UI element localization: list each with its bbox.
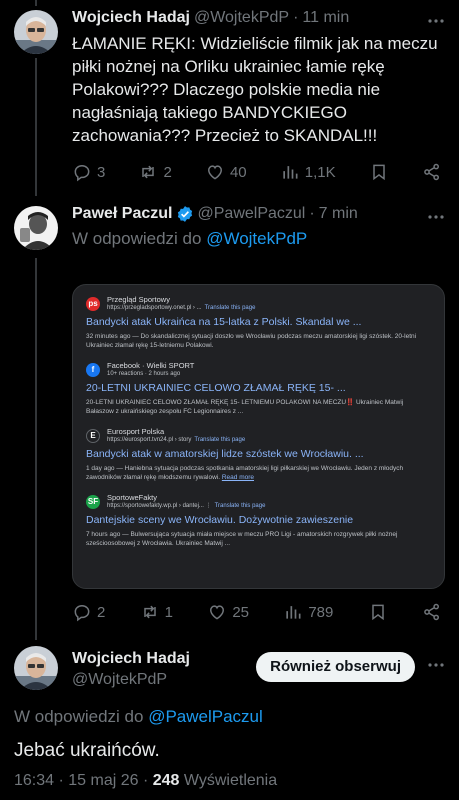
result-snippet: 7 hours ago — Bulwersująca sytuacja miał… [86, 531, 398, 547]
result-source: Facebook · Wielki SPORT [107, 361, 195, 370]
share-button[interactable] [422, 162, 442, 182]
avatar[interactable] [14, 646, 58, 690]
result-title: 20-LETNI UKRAINIEC CELOWO ZŁAMAŁ RĘKĘ 15… [86, 382, 346, 394]
result-snippet: 1 day ago — Haniebna sytuacja podczas sp… [86, 465, 404, 481]
tweet-time[interactable]: 7 min [319, 204, 358, 224]
reply-prefix: W odpowiedzi do [14, 707, 144, 726]
repost-count: 1 [164, 603, 173, 621]
more-icon[interactable] [427, 208, 445, 231]
separator-dot: · [293, 9, 299, 26]
search-results-image[interactable]: ps Przegląd Sportowy https://przegladspo… [72, 284, 445, 589]
bookmark-icon [371, 604, 384, 621]
result-url: https://eurosport.tvn24.pl › story Transl… [107, 437, 246, 443]
search-result: ps Przegląd Sportowy https://przegladspo… [86, 295, 432, 350]
analytics-icon [286, 606, 301, 619]
reply-prefix: W odpowiedzi do [72, 229, 202, 248]
more-icon[interactable] [427, 656, 445, 679]
result-title: Bandycki atak Ukraińca na 15-latka z Pol… [86, 316, 362, 328]
bookmark-button[interactable] [368, 602, 388, 622]
reply-to-link[interactable]: @WojtekPdP [206, 229, 307, 248]
tweet-header: Wojciech Hadaj @WojtekPdP · 11 min [72, 8, 447, 28]
views-count: 1,1K [304, 163, 336, 181]
repost-button[interactable]: 2 [138, 162, 172, 182]
reply-count: 2 [97, 603, 106, 621]
result-snippet: 20-LETNI UKRAINIEC CELOWO ZŁAMAŁ RĘKĘ 15… [86, 399, 404, 415]
repost-icon [142, 165, 155, 179]
tweet-meta: 16:34 · 15 maj 26 · 248 Wyświetlenia [14, 772, 277, 790]
tweet-2[interactable]: Paweł Paczul @PawelPaczul · 7 min W odpo… [0, 204, 459, 250]
result-source: Eurosport Polska [107, 427, 165, 436]
more-icon[interactable] [427, 12, 445, 35]
author-handle[interactable]: @PawelPaczul [198, 204, 306, 224]
przeglad-sportowy-logo-icon: ps [86, 296, 100, 311]
views-count: 248 [152, 772, 180, 789]
like-button[interactable]: 25 [207, 602, 249, 622]
avatar[interactable] [14, 206, 58, 250]
like-count: 40 [229, 163, 247, 181]
author-handle[interactable]: @WojtekPdP [72, 671, 167, 689]
result-source: Przegląd Sportowy [107, 295, 170, 304]
eurosport-logo-icon: E [86, 428, 100, 443]
repost-icon [143, 605, 156, 619]
analytics-icon [283, 166, 298, 179]
result-url: https://sportowefakty.wp.pl › dantej... … [107, 503, 266, 509]
heart-icon [207, 165, 222, 180]
author-name[interactable]: Wojciech Hadaj [72, 650, 190, 668]
bookmark-icon [373, 164, 385, 181]
views-count: 789 [308, 603, 334, 621]
result-snippet: 32 minutes ago — Do skandalicznej sytuac… [86, 333, 417, 349]
result-title: Bandycki atak w amatorskiej lidze szóste… [86, 448, 364, 460]
tweet-text: Jebać ukraińców. [14, 740, 160, 761]
author-name[interactable]: Paweł Paczul [72, 204, 173, 224]
result-url: https://przegladsportowy.onet.pl › ... Tr… [107, 305, 256, 311]
thread-line [35, 258, 37, 640]
search-result: SF SportoweFakty https://sportowefakty.w… [86, 493, 432, 548]
tweet-2-actions: 2 1 25 789 [72, 602, 442, 622]
author-name[interactable]: Wojciech Hadaj [72, 8, 190, 28]
follow-back-button[interactable]: Również obserwuj [256, 652, 415, 682]
tweet-timestamp[interactable]: 16:34 · 15 maj 26 · [14, 772, 148, 789]
verified-badge-icon [177, 206, 192, 222]
heart-icon [210, 605, 225, 620]
result-source: SportoweFakty [107, 493, 158, 502]
author-handle[interactable]: @WojtekPdP [194, 8, 289, 28]
tweet-header: Paweł Paczul @PawelPaczul · 7 min [72, 204, 447, 224]
repost-count: 2 [163, 163, 172, 181]
reply-to-link[interactable]: @PawelPaczul [148, 707, 263, 726]
share-icon [424, 163, 439, 181]
search-result: E Eurosport Polska https://eurosport.tvn… [86, 427, 432, 482]
like-button[interactable]: 40 [205, 162, 247, 182]
result-url: 10+ reactions · 2 hours ago [107, 371, 181, 377]
reply-button[interactable]: 2 [72, 602, 105, 622]
reply-icon [74, 604, 90, 622]
like-count: 25 [232, 603, 249, 621]
facebook-logo-icon: f [86, 362, 100, 377]
tweet-text: ŁAMANIE RĘKI: Widzieliście filmik jak na… [72, 34, 438, 145]
tweet-time[interactable]: 11 min [302, 8, 349, 28]
sportowefakty-logo-icon: SF [86, 494, 100, 509]
views-button[interactable]: 789 [283, 602, 333, 622]
search-result: f Facebook · Wielki SPORT 10+ reactions … [86, 361, 432, 416]
thread-line [35, 0, 37, 6]
repost-button[interactable]: 1 [140, 602, 173, 622]
bookmark-button[interactable] [369, 162, 389, 182]
result-title: Dantejskie sceny we Wrocławiu. Dożywotni… [86, 514, 354, 526]
share-icon [424, 603, 439, 621]
share-button[interactable] [422, 602, 442, 622]
views-button[interactable]: 1,1K [280, 162, 336, 182]
reply-count: 3 [97, 163, 106, 181]
reply-context: W odpowiedzi do @PawelPaczul [14, 707, 263, 727]
reply-context: W odpowiedzi do @WojtekPdP [72, 228, 447, 250]
views-label: Wyświetlenia [183, 772, 278, 789]
tweet-1[interactable]: Wojciech Hadaj @WojtekPdP · 11 min ŁAMAN… [0, 8, 459, 147]
reply-icon [74, 164, 90, 182]
avatar[interactable] [14, 10, 58, 54]
reply-button[interactable]: 3 [72, 162, 105, 182]
tweet-1-actions: 3 2 40 1,1K [72, 162, 442, 182]
separator-dot: · [309, 205, 315, 222]
